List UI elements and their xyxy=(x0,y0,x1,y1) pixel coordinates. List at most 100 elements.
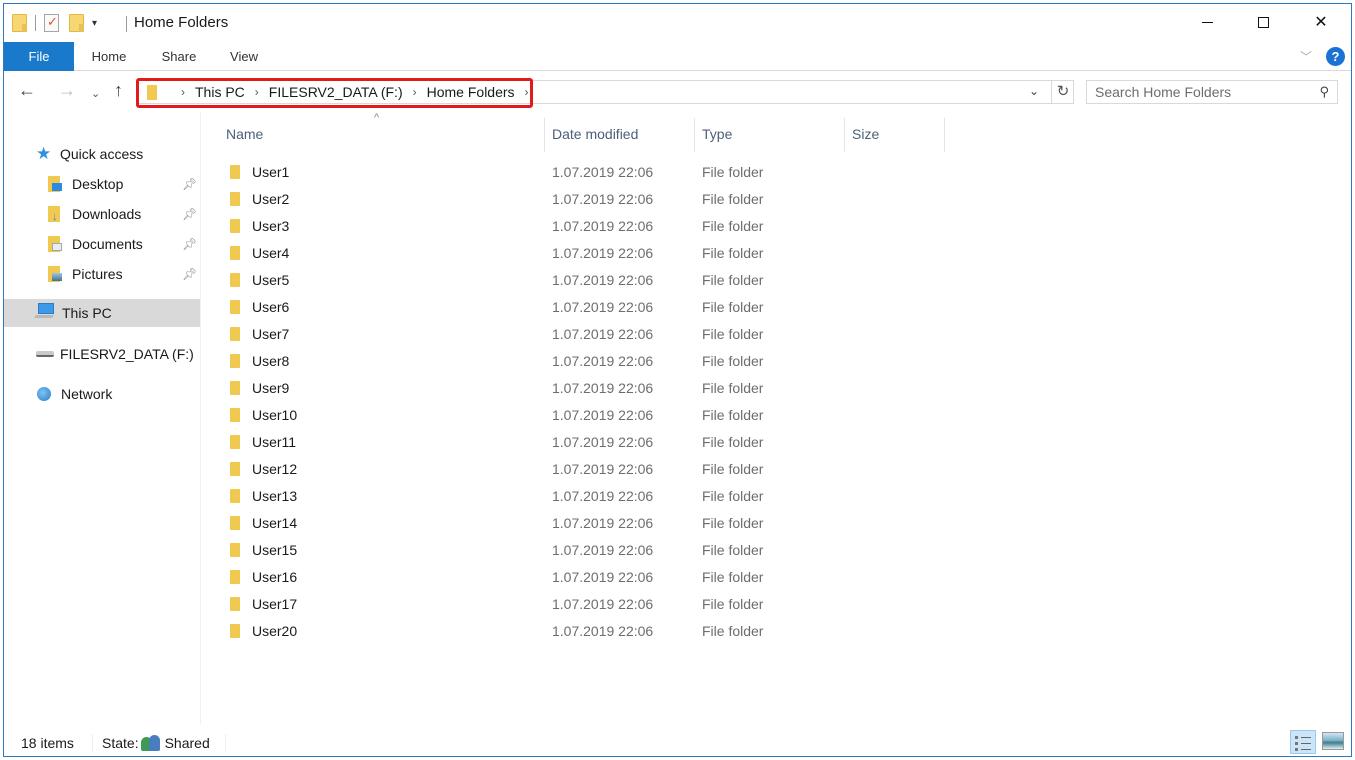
file-row[interactable]: User16 1.07.2019 22:06 File folder xyxy=(202,564,962,591)
file-name[interactable]: User3 xyxy=(252,218,289,234)
close-button[interactable]: ✕ xyxy=(1293,4,1349,40)
file-name[interactable]: User20 xyxy=(252,623,297,639)
nav-drive-f[interactable]: FILESRV2_DATA (F:) xyxy=(4,340,200,368)
file-name[interactable]: User13 xyxy=(252,488,297,504)
file-name[interactable]: User16 xyxy=(252,569,297,585)
search-icon[interactable]: ⚲ xyxy=(1319,84,1329,100)
file-name[interactable]: User10 xyxy=(252,407,297,423)
file-row[interactable]: User11 1.07.2019 22:06 File folder xyxy=(202,429,962,456)
file-row[interactable]: User20 1.07.2019 22:06 File folder xyxy=(202,618,962,645)
maximize-button[interactable] xyxy=(1235,4,1291,40)
nav-this-pc[interactable]: This PC xyxy=(4,299,200,327)
customize-dropdown-icon[interactable]: ▾ xyxy=(92,18,97,29)
expand-ribbon-icon[interactable]: ﹀ xyxy=(1300,48,1312,65)
details-view-button[interactable] xyxy=(1290,730,1316,754)
pin-icon[interactable]: 📌︎ xyxy=(182,177,197,191)
file-name[interactable]: User5 xyxy=(252,272,289,288)
pin-icon[interactable]: 📌︎ xyxy=(182,237,197,251)
forward-button[interactable]: → xyxy=(58,80,76,100)
column-divider[interactable] xyxy=(944,118,945,152)
folder-icon xyxy=(230,246,240,260)
pin-icon[interactable]: 📌︎ xyxy=(182,207,197,221)
nav-item-downloads[interactable]: ↓ Downloads 📌︎ xyxy=(4,200,200,228)
item-count: 18 items xyxy=(21,735,74,751)
date-modified: 1.07.2019 22:06 xyxy=(552,542,654,558)
tab-home[interactable]: Home xyxy=(78,42,140,71)
file-row[interactable]: User12 1.07.2019 22:06 File folder xyxy=(202,456,962,483)
nav-item-documents[interactable]: Documents 📌︎ xyxy=(4,230,200,258)
file-name[interactable]: User1 xyxy=(252,164,289,180)
column-divider[interactable] xyxy=(694,118,695,152)
file-row[interactable]: User10 1.07.2019 22:06 File folder xyxy=(202,402,962,429)
sharing-state: State: Shared xyxy=(102,735,210,751)
column-header-name[interactable]: Name xyxy=(226,112,542,152)
file-name[interactable]: User11 xyxy=(252,434,296,450)
file-name[interactable]: User17 xyxy=(252,596,297,612)
file-row[interactable]: User4 1.07.2019 22:06 File folder xyxy=(202,240,962,267)
file-row[interactable]: User6 1.07.2019 22:06 File folder xyxy=(202,294,962,321)
tab-view[interactable]: View xyxy=(216,42,272,71)
file-name[interactable]: User7 xyxy=(252,326,289,342)
file-row[interactable]: User9 1.07.2019 22:06 File folder xyxy=(202,375,962,402)
file-name[interactable]: User15 xyxy=(252,542,297,558)
search-box[interactable]: ⚲ xyxy=(1086,80,1338,104)
file-row[interactable]: User7 1.07.2019 22:06 File folder xyxy=(202,321,962,348)
file-type: File folder xyxy=(702,326,764,342)
help-button[interactable]: ? xyxy=(1326,47,1345,66)
file-row[interactable]: User13 1.07.2019 22:06 File folder xyxy=(202,483,962,510)
search-input[interactable] xyxy=(1095,81,1305,103)
file-name[interactable]: User9 xyxy=(252,380,289,396)
nav-item-desktop[interactable]: Desktop 📌︎ xyxy=(4,170,200,198)
folder-icon xyxy=(230,300,240,314)
folder-icon xyxy=(230,462,240,476)
column-divider[interactable] xyxy=(544,118,545,152)
address-history-dropdown[interactable]: ⌄ xyxy=(1029,84,1039,98)
pin-icon[interactable]: 📌︎ xyxy=(182,267,197,281)
folder-icon xyxy=(12,14,27,32)
large-icons-view-button[interactable] xyxy=(1322,732,1344,750)
file-name[interactable]: User6 xyxy=(252,299,289,315)
file-name[interactable]: User2 xyxy=(252,191,289,207)
column-header-type[interactable]: Type xyxy=(702,112,842,152)
new-folder-icon[interactable] xyxy=(69,14,84,32)
column-header-size[interactable]: Size xyxy=(852,112,942,152)
tab-share[interactable]: Share xyxy=(148,42,210,71)
nav-quick-access[interactable]: ★ Quick access xyxy=(4,140,200,168)
file-type: File folder xyxy=(702,515,764,531)
file-row[interactable]: User2 1.07.2019 22:06 File folder xyxy=(202,186,962,213)
file-name[interactable]: User12 xyxy=(252,461,297,477)
file-row[interactable]: User14 1.07.2019 22:06 File folder xyxy=(202,510,962,537)
properties-icon[interactable] xyxy=(44,14,59,32)
file-row[interactable]: User15 1.07.2019 22:06 File folder xyxy=(202,537,962,564)
desktop-folder-icon xyxy=(48,176,66,192)
file-row[interactable]: User17 1.07.2019 22:06 File folder xyxy=(202,591,962,618)
nav-network[interactable]: Network xyxy=(4,380,200,408)
back-button[interactable]: ← xyxy=(18,80,36,100)
file-row[interactable]: User1 1.07.2019 22:06 File folder xyxy=(202,159,962,186)
up-button[interactable]: ↑ xyxy=(114,80,123,100)
minimize-button[interactable] xyxy=(1179,4,1235,40)
folder-icon xyxy=(230,543,240,557)
folder-icon xyxy=(230,165,240,179)
nav-item-label: FILESRV2_DATA (F:) xyxy=(60,346,194,362)
file-type: File folder xyxy=(702,245,764,261)
column-divider[interactable] xyxy=(844,118,845,152)
folder-icon xyxy=(230,570,240,584)
column-header-date-modified[interactable]: Date modified xyxy=(552,112,692,152)
state-label: State: xyxy=(102,735,139,751)
file-row[interactable]: User5 1.07.2019 22:06 File folder xyxy=(202,267,962,294)
file-name[interactable]: User4 xyxy=(252,245,289,261)
file-type: File folder xyxy=(702,218,764,234)
file-name[interactable]: User8 xyxy=(252,353,289,369)
refresh-button[interactable]: ↻ xyxy=(1051,81,1074,103)
tab-file[interactable]: File xyxy=(4,42,74,71)
recent-locations-button[interactable]: ⌄ xyxy=(91,84,100,104)
title-separator xyxy=(126,16,127,32)
file-row[interactable]: User3 1.07.2019 22:06 File folder xyxy=(202,213,962,240)
nav-item-pictures[interactable]: Pictures 📌︎ xyxy=(4,260,200,288)
downloads-folder-icon: ↓ xyxy=(48,206,66,223)
file-name[interactable]: User14 xyxy=(252,515,297,531)
date-modified: 1.07.2019 22:06 xyxy=(552,245,654,261)
folder-icon xyxy=(230,381,240,395)
file-row[interactable]: User8 1.07.2019 22:06 File folder xyxy=(202,348,962,375)
